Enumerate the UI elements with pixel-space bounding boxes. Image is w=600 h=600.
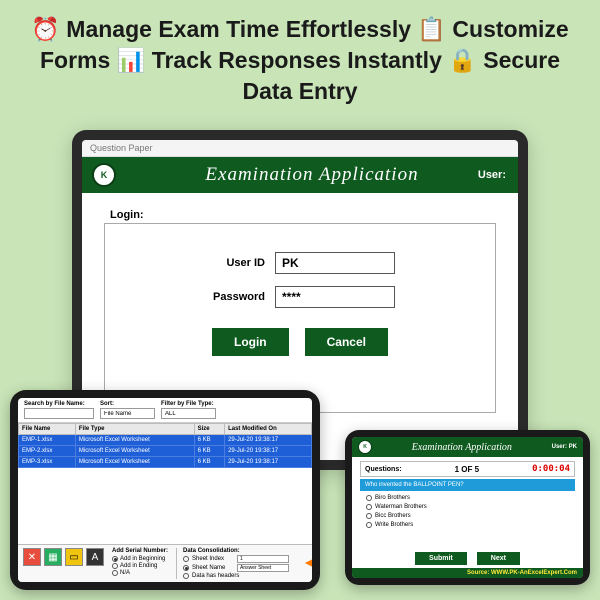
folder-icon[interactable]: ▭ [65,548,83,566]
opt-label: Write Brothers [375,522,413,528]
app-header: K Examination Application User: [82,157,518,193]
cell: 6 KB [194,457,224,468]
userid-input[interactable] [275,252,395,274]
cell: 29-Jul-20 19:38:17 [225,457,312,468]
cell: 6 KB [194,446,224,457]
cell: EMP-1.xlsx [19,435,76,446]
quiz-app-title: Examination Application [372,442,552,453]
password-input[interactable] [275,286,395,308]
table-row[interactable]: EMP-3.xlsx Microsoft Excel Worksheet 6 K… [19,457,312,468]
userid-label: User ID [205,257,265,269]
next-button[interactable]: Next [477,552,520,565]
cell: 29-Jul-20 19:38:17 [225,446,312,457]
file-manager-window: Search by File Name: Sort: Filter by Fil… [18,398,312,582]
opt-label: Add in Ending [120,563,157,569]
opt-label: Bicc Brothers [375,513,411,519]
login-button[interactable]: Login [212,328,289,356]
file-table: File Name File Type Size Last Modified O… [18,423,312,544]
login-fieldset: User ID Password Login Cancel [104,223,496,413]
arrow-left-icon: ◄ [302,554,312,570]
sort-select[interactable] [100,408,155,419]
timer-display: 0:00:04 [532,464,570,474]
option-d[interactable]: Write Brothers [366,522,569,528]
consolidation-panel: Data Consolidation: Sheet Index Sheet Na… [176,548,289,579]
pdf-icon[interactable]: ✕ [23,548,41,566]
questions-label: Questions: [365,466,402,473]
quiz-header: K Examination Application User: PK [352,437,583,457]
col-filename[interactable]: File Name [19,424,76,435]
option-a[interactable]: Biro Brothers [366,495,569,501]
serial-header: Add Serial Number: [112,548,168,554]
quiz-user: User: PK [552,444,577,450]
excel-icon[interactable]: ▦ [44,548,62,566]
cell: EMP-2.xlsx [19,446,76,457]
cell: Microsoft Excel Worksheet [75,457,194,468]
tablet-device-quiz: K Examination Application User: PK Quest… [345,430,590,585]
app-logo-icon: K [358,440,372,454]
cell: 6 KB [194,435,224,446]
answer-options: Biro Brothers Waterman Brothers Bicc Bro… [360,491,575,532]
search-label: Search by File Name: [24,401,94,407]
cell: Microsoft Excel Worksheet [75,446,194,457]
opt-label: Waterman Brothers [375,504,427,510]
serial-opt-end[interactable]: Add in Ending [112,563,168,569]
table-header-row: File Name File Type Size Last Modified O… [19,424,312,435]
option-c[interactable]: Bicc Brothers [366,513,569,519]
promo-headline: ⏰ Manage Exam Time Effortlessly 📋 Custom… [0,0,600,117]
serial-opt-begin[interactable]: Add in Beginning [112,556,168,562]
login-legend: Login: [110,209,496,221]
search-input[interactable] [24,408,94,419]
radio-icon[interactable] [183,565,189,571]
filter-select[interactable] [161,408,216,419]
quiz-body: Questions: 1 OF 5 0:00:04 Who invented t… [352,457,583,549]
radio-icon[interactable] [183,556,189,562]
question-text: Who invented the BALLPOINT PEN? [360,479,575,491]
tablet-device-files: Search by File Name: Sort: Filter by Fil… [10,390,320,590]
user-label: User: [478,169,506,181]
window-title: Question Paper [82,140,518,157]
cell: EMP-3.xlsx [19,457,76,468]
cell: Microsoft Excel Worksheet [75,435,194,446]
quiz-status-bar: Questions: 1 OF 5 0:00:04 [360,461,575,477]
cons-header: Data Consolidation: [183,548,289,554]
serial-opt-na[interactable]: N/A [112,570,168,576]
submit-button[interactable]: Submit [415,552,467,565]
file-footer: ✕ ▦ ▭ A Add Serial Number: Add in Beginn… [18,544,312,582]
filter-label: Filter by File Type: [161,401,216,407]
col-filetype[interactable]: File Type [75,424,194,435]
app-title: Examination Application [116,164,508,186]
quiz-buttons: Submit Next [352,549,583,568]
col-modified[interactable]: Last Modified On [225,424,312,435]
sheet-index-input[interactable] [237,555,289,563]
sort-label: Sort: [100,401,155,407]
headers-label: Data has headers [192,573,239,579]
password-label: Password [205,291,265,303]
table-row[interactable]: EMP-2.xlsx Microsoft Excel Worksheet 6 K… [19,446,312,457]
col-size[interactable]: Size [194,424,224,435]
cancel-button[interactable]: Cancel [305,328,388,356]
cell: 29-Jul-20 19:38:17 [225,435,312,446]
app-logo-icon: K [92,163,116,187]
question-counter: 1 OF 5 [402,465,533,474]
opt-label: Add in Beginning [120,556,165,562]
file-toolbar: Search by File Name: Sort: Filter by Fil… [18,398,312,423]
opt-label: N/A [120,570,130,576]
code-icon[interactable]: A [86,548,104,566]
sheet-name-input[interactable] [237,564,289,572]
sheet-name-label: Sheet Name [192,565,234,571]
checkbox-icon[interactable] [183,573,189,579]
sheet-index-label: Sheet Index [192,556,234,562]
opt-label: Biro Brothers [375,495,410,501]
table-row[interactable]: EMP-1.xlsx Microsoft Excel Worksheet 6 K… [19,435,312,446]
option-b[interactable]: Waterman Brothers [366,504,569,510]
serial-options: Add Serial Number: Add in Beginning Add … [112,548,168,576]
action-icons: ✕ ▦ ▭ A [23,548,104,566]
quiz-window: K Examination Application User: PK Quest… [352,437,583,578]
source-footer: Source: WWW.PK-AnExcelExpert.Com [352,568,583,578]
